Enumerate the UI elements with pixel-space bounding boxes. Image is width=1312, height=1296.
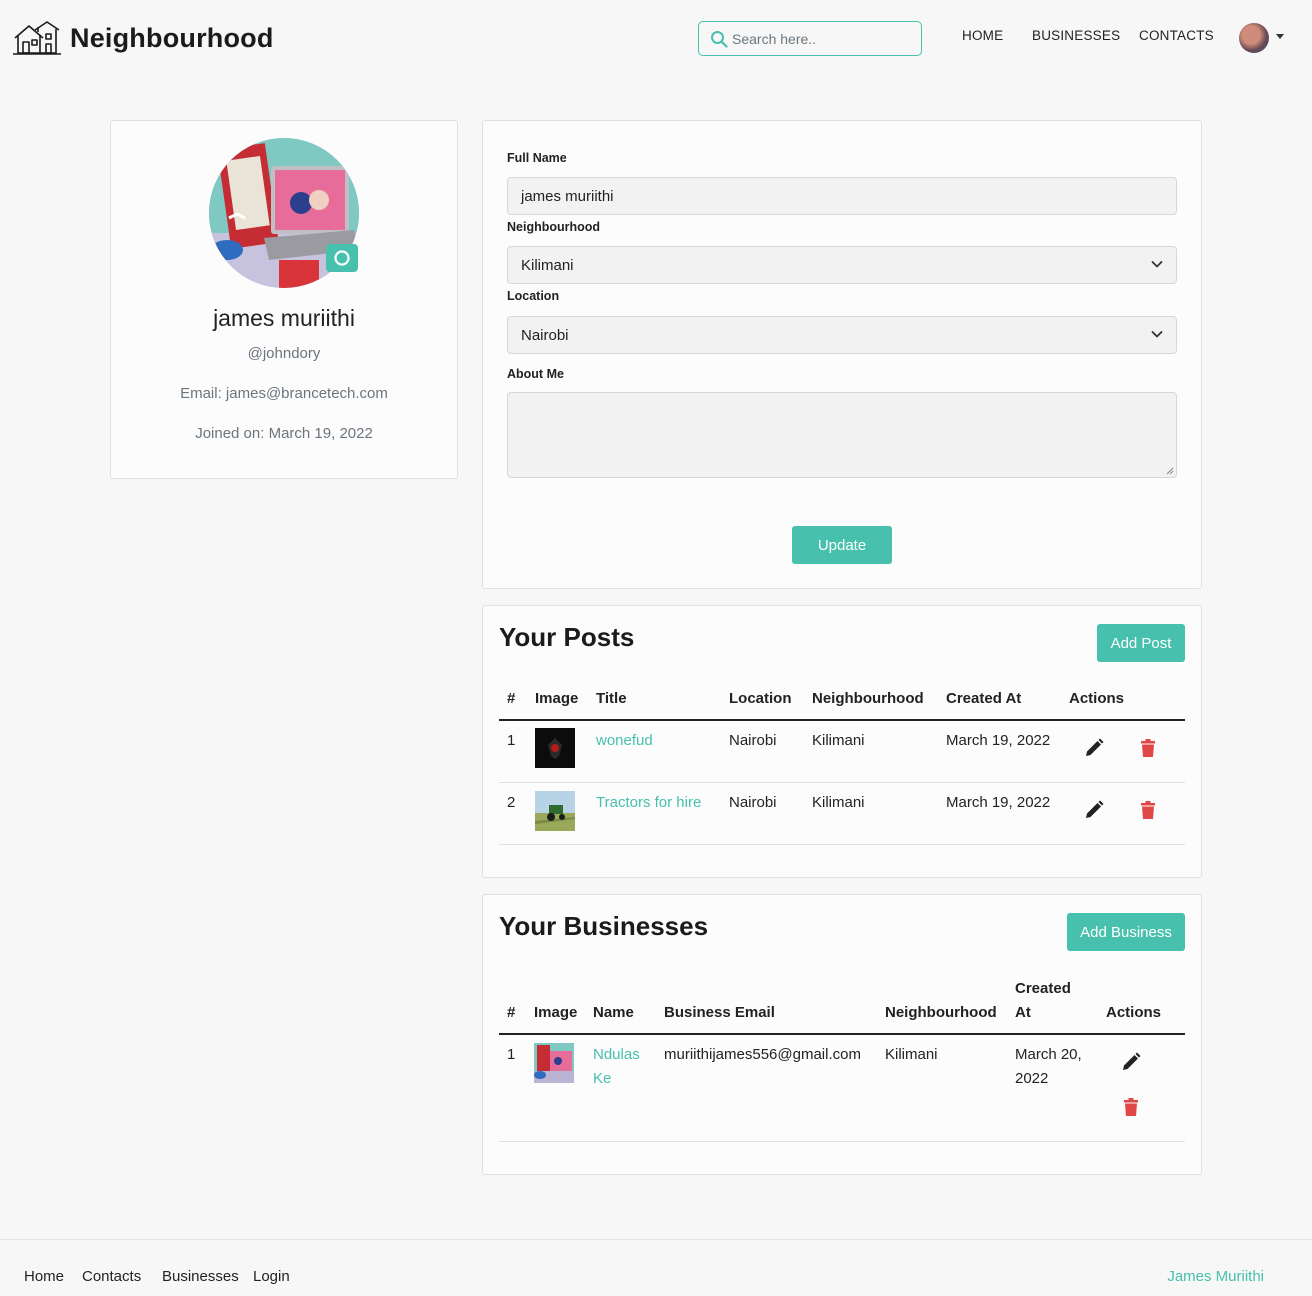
brand-title: Neighbourhood [70, 22, 274, 53]
edit-icon[interactable] [1120, 1051, 1142, 1073]
location-label: Location [507, 289, 560, 303]
business-email: muriithijames556@gmail.com [664, 1046, 861, 1063]
profile-joined-date: Joined on: March 19, 2022 [195, 425, 373, 442]
post-thumbnail[interactable] [535, 728, 575, 768]
biz-col-created-at: At [1015, 1004, 1031, 1021]
neighbourhood-label: Neighbourhood [507, 220, 601, 234]
brand[interactable]: Neighbourhood [13, 20, 274, 56]
neighbourhood-select[interactable]: Kilimani [507, 246, 1177, 284]
post-created-at: March 19, 2022 [946, 794, 1051, 811]
nav-businesses[interactable]: BUSINESSES [1032, 28, 1120, 43]
post-location: Nairobi [729, 794, 777, 811]
biz-header-divider [499, 1033, 1185, 1035]
biz-col-image: Image [534, 1004, 578, 1021]
nav-home[interactable]: HOME [962, 28, 1003, 43]
full-name-label: Full Name [507, 151, 567, 165]
posts-col-image: Image [535, 690, 579, 707]
businesses-card: Your Businesses Add Business # Image Nam… [482, 894, 1202, 1175]
dropdown-caret-icon[interactable] [1276, 34, 1284, 39]
business-name-link-line2[interactable]: Ke [593, 1070, 611, 1087]
businesses-title: Your Businesses [499, 911, 709, 941]
business-thumbnail[interactable] [534, 1043, 574, 1083]
posts-col-created: Created At [946, 690, 1022, 707]
posts-title: Your Posts [499, 622, 635, 652]
update-button[interactable]: Update [792, 526, 892, 564]
biz-col-email: Business Email [664, 1004, 775, 1021]
profile-email: Email: james@brancetech.com [180, 385, 388, 402]
location-value: Nairobi [521, 326, 569, 344]
post-neighbourhood: Kilimani [812, 794, 865, 811]
change-photo-button[interactable] [326, 244, 358, 272]
post-location: Nairobi [729, 732, 777, 749]
delete-icon[interactable] [1137, 799, 1159, 821]
search-icon [711, 30, 728, 48]
about-textarea[interactable] [507, 392, 1177, 478]
search-input[interactable] [732, 30, 912, 47]
posts-col-neighbourhood: Neighbourhood [812, 690, 924, 707]
house-logo-icon [13, 21, 61, 55]
chevron-down-icon [1151, 331, 1163, 338]
post-title-link[interactable]: wonefud [596, 732, 653, 749]
footer-link-login[interactable]: Login [253, 1268, 290, 1285]
navbar: Neighbourhood HOME BUSINESSES CONTACTS [0, 0, 1312, 76]
biz-col-actions: Actions [1106, 1004, 1162, 1021]
post-neighbourhood: Kilimani [812, 732, 865, 749]
resize-grip-icon[interactable] [1166, 467, 1174, 475]
business-neighbourhood: Kilimani [885, 1046, 938, 1063]
edit-icon[interactable] [1083, 737, 1105, 759]
post-row-num: 1 [507, 732, 516, 749]
post-thumbnail[interactable] [535, 791, 575, 831]
nav-contacts[interactable]: CONTACTS [1139, 28, 1214, 43]
chevron-down-icon [1151, 261, 1163, 268]
biz-row-num: 1 [507, 1046, 516, 1063]
business-created-year: 2022 [1015, 1070, 1049, 1087]
posts-col-location: Location [729, 690, 792, 707]
post-row-divider [499, 844, 1185, 845]
full-name-field[interactable]: james muriithi [507, 177, 1177, 215]
post-created-at: March 19, 2022 [946, 732, 1051, 749]
post-title-link[interactable]: Tractors for hire [596, 794, 701, 811]
posts-col-num: # [507, 690, 516, 707]
business-created: March 20, [1015, 1046, 1082, 1063]
footer-link-contacts[interactable]: Contacts [82, 1268, 141, 1285]
profile-card: james muriithi @johndory Email: james@br… [110, 120, 458, 479]
about-label: About Me [507, 367, 564, 381]
profile-name: james muriithi [213, 305, 355, 331]
posts-card: Your Posts Add Post # Image Title Locati… [482, 605, 1202, 878]
post-row-divider [499, 782, 1185, 783]
business-name-link[interactable]: Ndulas [593, 1046, 640, 1063]
footer-link-businesses[interactable]: Businesses [162, 1268, 239, 1285]
location-select[interactable]: Nairobi [507, 316, 1177, 354]
search-box[interactable] [698, 21, 922, 56]
biz-row-divider [499, 1141, 1185, 1142]
footer-user-name[interactable]: James Muriithi [1167, 1268, 1264, 1285]
delete-icon[interactable] [1137, 737, 1159, 759]
user-avatar[interactable] [1239, 23, 1269, 53]
delete-icon[interactable] [1120, 1096, 1142, 1118]
neighbourhood-value: Kilimani [521, 256, 574, 274]
full-name-value: james muriithi [521, 187, 614, 205]
camera-icon [334, 250, 350, 266]
posts-col-actions: Actions [1069, 690, 1125, 707]
profile-username: @johndory [247, 345, 321, 362]
biz-col-neighbourhood: Neighbourhood [885, 1004, 997, 1021]
edit-icon[interactable] [1083, 799, 1105, 821]
footer-link-home[interactable]: Home [24, 1268, 64, 1285]
profile-form-card: Full Name james muriithi Neighbourhood K… [482, 120, 1202, 589]
posts-header-divider [499, 719, 1185, 721]
biz-col-name: Name [593, 1004, 634, 1021]
biz-col-created: Created [1015, 980, 1071, 997]
add-business-button[interactable]: Add Business [1067, 913, 1185, 951]
post-row-num: 2 [507, 794, 516, 811]
posts-col-title: Title [596, 690, 627, 707]
add-post-button[interactable]: Add Post [1097, 624, 1185, 662]
footer: Home Contacts Businesses Login James Mur… [0, 1239, 1312, 1296]
biz-col-num: # [507, 1004, 516, 1021]
